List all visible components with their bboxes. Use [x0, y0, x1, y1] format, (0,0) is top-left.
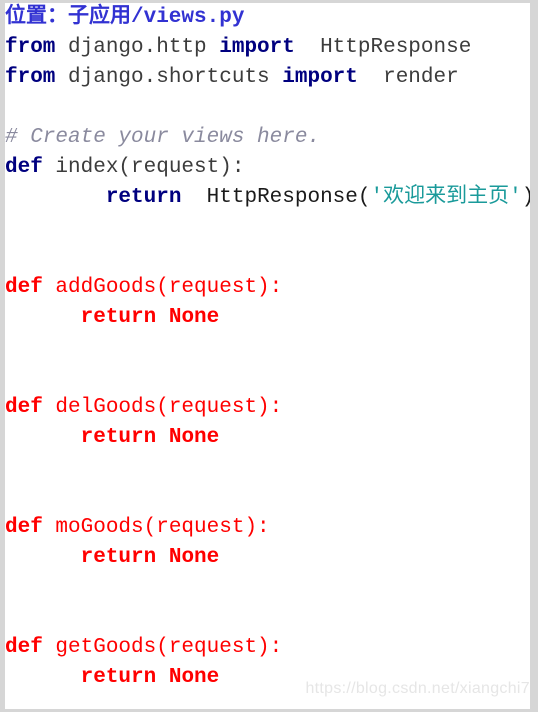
token-identifier: django.shortcuts: [55, 66, 283, 89]
token-black: HttpResponse(: [181, 186, 371, 209]
token-title: 位置：子应用/views.py: [5, 6, 245, 29]
token-red-bold: return None: [80, 546, 220, 569]
token-red-bold: def: [5, 516, 43, 539]
token-string: '欢迎来到主页': [370, 186, 522, 209]
code-line-5: # Create your views here.: [5, 123, 530, 153]
code-line-3: from django.shortcuts import render: [5, 63, 530, 93]
token-red-bold: def: [5, 636, 43, 659]
token-keyword: from: [5, 66, 56, 89]
token-identifier: render: [357, 66, 459, 89]
token-comment: # Create your views here.: [5, 126, 321, 149]
code-line-7: return HttpResponse('欢迎来到主页'): [5, 183, 530, 213]
token-identifier: index(request):: [42, 156, 245, 179]
token-red-bold: def: [5, 276, 43, 299]
token-keyword: import: [282, 66, 358, 89]
code-line-19: return None: [5, 543, 530, 573]
code-screenshot: 位置：子应用/views.py from django.http import H…: [0, 0, 538, 712]
code-line-23: return None: [5, 663, 530, 693]
code-listing: 位置：子应用/views.py from django.http import H…: [5, 3, 530, 693]
token-keyword: return: [105, 186, 182, 209]
code-line-14: def delGoods(request):: [5, 393, 530, 423]
token-red: moGoods(request):: [42, 516, 270, 539]
token-red-bold: return None: [80, 666, 220, 689]
token-keyword: from: [5, 36, 56, 59]
token-red: addGoods(request):: [42, 276, 283, 299]
code-line-1: 位置：子应用/views.py: [5, 3, 530, 33]
code-line-15: return None: [5, 423, 530, 453]
token-red-bold: return None: [80, 426, 220, 449]
code-line-11: return None: [5, 303, 530, 333]
token-red-bold: return None: [80, 306, 220, 329]
code-line-2: from django.http import HttpResponse: [5, 33, 530, 63]
token-black: ): [522, 186, 530, 209]
token-red: delGoods(request):: [42, 396, 283, 419]
code-frame: 位置：子应用/views.py from django.http import H…: [5, 3, 530, 709]
token-red-bold: def: [5, 396, 43, 419]
token-red: getGoods(request):: [42, 636, 283, 659]
code-line-18: def moGoods(request):: [5, 513, 530, 543]
token-identifier: django.http: [55, 36, 220, 59]
code-line-6: def index(request):: [5, 153, 530, 183]
token-keyword: def: [5, 156, 43, 179]
code-line-10: def addGoods(request):: [5, 273, 530, 303]
token-identifier: HttpResponse: [294, 36, 472, 59]
code-line-22: def getGoods(request):: [5, 633, 530, 663]
token-keyword: import: [219, 36, 295, 59]
